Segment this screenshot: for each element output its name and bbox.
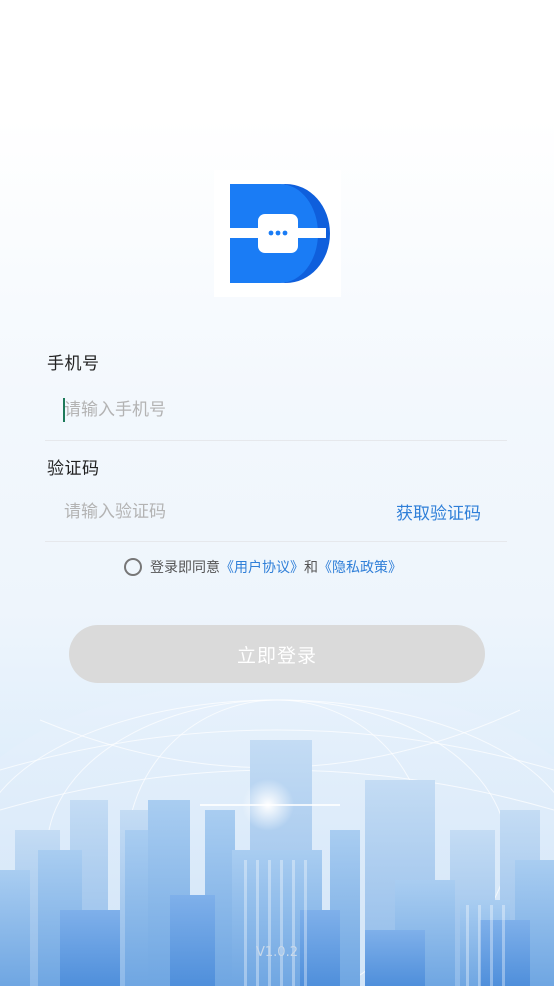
- text-caret: [63, 398, 65, 422]
- agreement-row: 登录即同意 《用户协议》 和 《隐私政策》: [124, 555, 402, 579]
- phone-input[interactable]: [64, 395, 484, 425]
- verification-code-input[interactable]: [64, 497, 364, 527]
- app-logo: [214, 170, 341, 297]
- version-text: V1.0.2: [256, 945, 298, 960]
- city-skyline-background: [0, 680, 554, 986]
- code-label: 验证码: [47, 459, 100, 479]
- app-logo-d-icon: [230, 184, 330, 283]
- code-divider: [45, 541, 507, 542]
- agreement-radio[interactable]: [124, 558, 142, 576]
- agreement-prefix: 登录即同意: [150, 560, 220, 576]
- phone-label: 手机号: [47, 354, 100, 374]
- user-agreement-link[interactable]: 《用户协议》: [220, 557, 304, 577]
- phone-divider: [45, 440, 507, 441]
- agreement-and: 和: [304, 560, 318, 576]
- get-code-button[interactable]: 获取验证码: [396, 499, 481, 524]
- login-button[interactable]: 立即登录: [69, 625, 485, 683]
- privacy-policy-link[interactable]: 《隐私政策》: [318, 557, 402, 577]
